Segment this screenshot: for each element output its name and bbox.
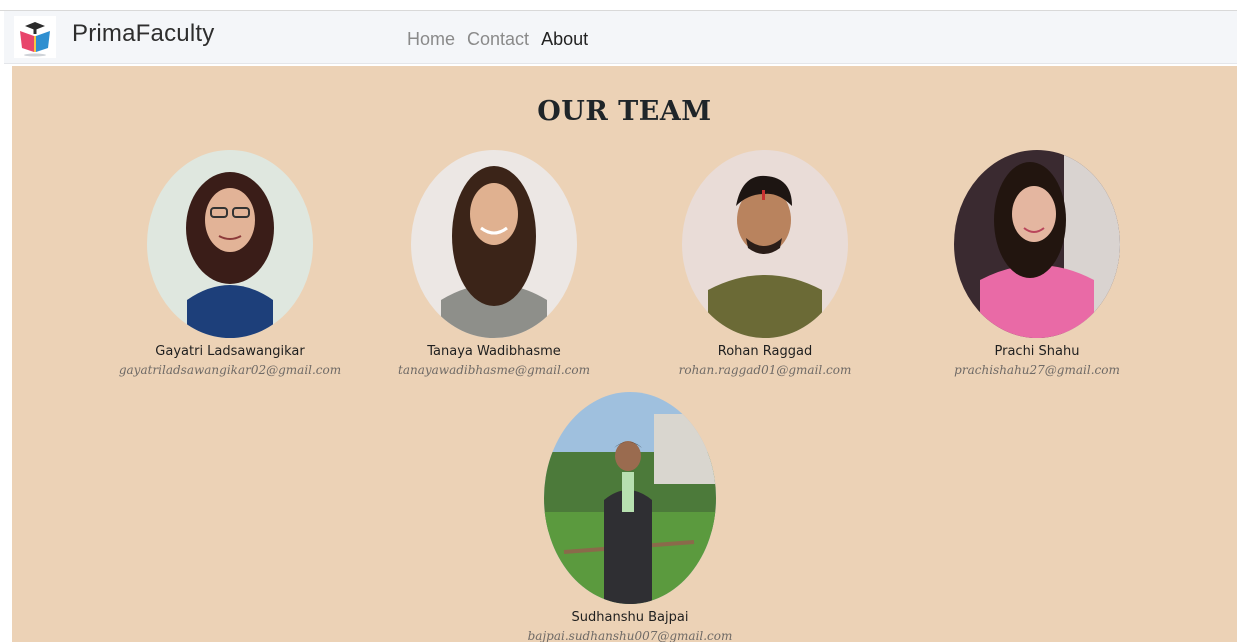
member-email[interactable]: prachishahu27@gmail.com xyxy=(917,363,1157,377)
member-photo xyxy=(682,150,848,338)
brand[interactable]: PrimaFaculty xyxy=(14,11,214,63)
member-name: Tanaya Wadibhasme xyxy=(427,344,561,359)
team-member-card: Tanaya Wadibhasme tanayawadibhasme@gmail… xyxy=(374,150,614,377)
member-photo xyxy=(954,150,1120,338)
team-member-card: Sudhanshu Bajpai bajpai.sudhanshu007@gma… xyxy=(510,392,750,642)
member-photo xyxy=(147,150,313,338)
nav-home-link[interactable]: Home xyxy=(407,29,455,50)
member-name: Prachi Shahu xyxy=(994,344,1080,359)
member-email[interactable]: rohan.raggad01@gmail.com xyxy=(645,363,885,377)
team-member-card: Prachi Shahu prachishahu27@gmail.com xyxy=(917,150,1157,377)
nav-contact-link[interactable]: Contact xyxy=(467,29,529,50)
member-photo xyxy=(411,150,577,338)
book-logo-icon xyxy=(14,16,56,58)
member-email[interactable]: tanayawadibhasme@gmail.com xyxy=(374,363,614,377)
member-email[interactable]: gayatriladsawangikar02@gmail.com xyxy=(110,363,350,377)
brand-name: PrimaFaculty xyxy=(72,20,215,47)
member-email[interactable]: bajpai.sudhanshu007@gmail.com xyxy=(510,629,750,642)
navbar: PrimaFaculty Home Contact About xyxy=(4,11,1237,64)
about-content: OUR TEAM Gayatri Ladsawangikar gayatrila… xyxy=(12,66,1237,642)
member-name: Sudhanshu Bajpai xyxy=(571,610,689,625)
member-photo xyxy=(544,392,716,604)
member-name: Rohan Raggad xyxy=(717,344,813,359)
team-member-card: Rohan Raggad rohan.raggad01@gmail.com xyxy=(645,150,885,377)
team-member-card: Gayatri Ladsawangikar gayatriladsawangik… xyxy=(110,150,350,377)
member-name: Gayatri Ladsawangikar xyxy=(155,344,305,359)
page: PrimaFaculty Home Contact About OUR TEAM xyxy=(0,0,1237,642)
page-title: OUR TEAM xyxy=(537,96,712,127)
nav-about-link[interactable]: About xyxy=(541,29,588,50)
nav-links: Home Contact About xyxy=(407,13,600,65)
